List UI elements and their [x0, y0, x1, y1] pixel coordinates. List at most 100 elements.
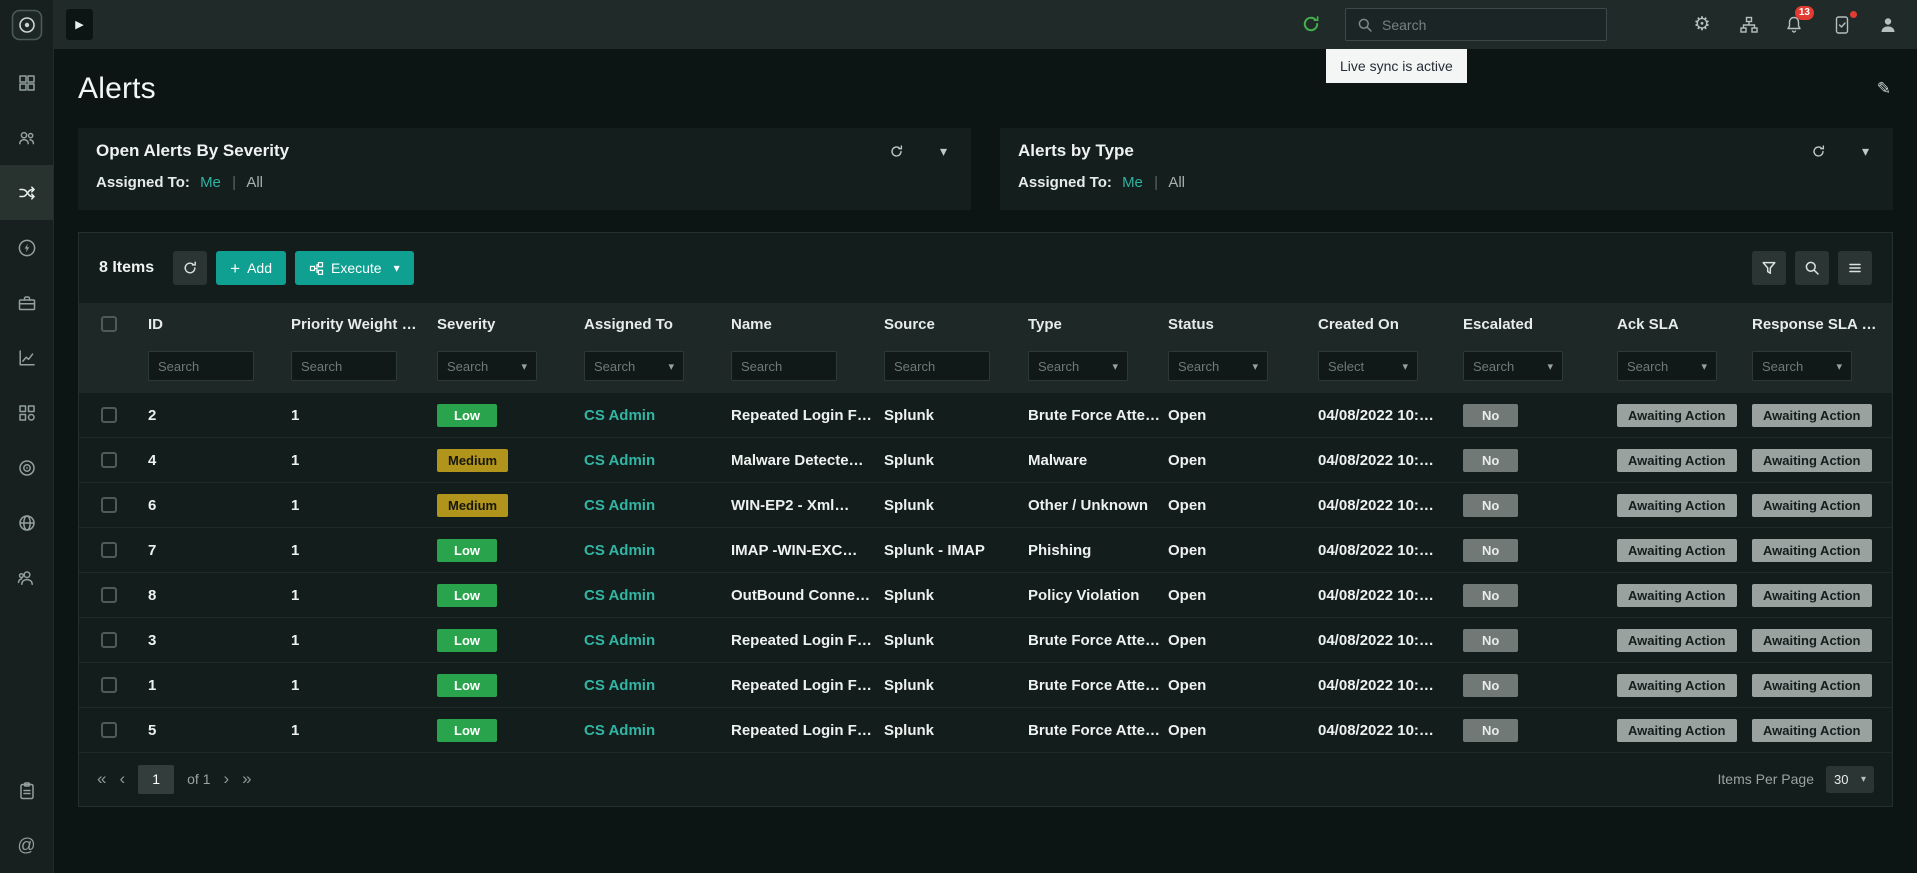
assigned-to-filter: Assigned To: Me | All [96, 174, 953, 191]
table-row[interactable]: 2 1 Low CS Admin Repeated Login F… Splunk Brut… [79, 393, 1892, 438]
column-header[interactable]: Type [1028, 316, 1168, 333]
row-checkbox[interactable] [101, 722, 117, 738]
assigned-to-link[interactable]: CS Admin [584, 542, 655, 559]
sidebar-item-analytics[interactable] [0, 330, 53, 385]
assigned-to-link[interactable]: CS Admin [584, 632, 655, 649]
app-logo[interactable] [0, 0, 53, 49]
table-row[interactable]: 8 1 Low CS Admin OutBound Conne… Splunk Policy… [79, 573, 1892, 618]
sidebar-item-alerts[interactable] [0, 165, 53, 220]
execute-button[interactable]: Execute ▾ [295, 251, 414, 285]
filter-select[interactable]: Search ▾ [1752, 351, 1852, 381]
row-checkbox[interactable] [101, 407, 117, 423]
table-search-button[interactable] [1795, 251, 1829, 285]
global-search[interactable] [1345, 8, 1607, 41]
sidebar-item-teams[interactable] [0, 110, 53, 165]
row-checkbox[interactable] [101, 632, 117, 648]
column-header[interactable]: Status [1168, 316, 1318, 333]
assigned-to-link[interactable]: CS Admin [584, 452, 655, 469]
assigned-to-link[interactable]: CS Admin [584, 587, 655, 604]
table-row[interactable]: 5 1 Low CS Admin Repeated Login F… Splunk Brut… [79, 708, 1892, 753]
org-hierarchy-button[interactable] [1731, 0, 1767, 49]
sidebar-item-dashboard[interactable] [0, 55, 53, 110]
notifications-button[interactable]: 13 [1776, 0, 1814, 49]
profile-button[interactable] [1870, 0, 1906, 49]
filter-select[interactable]: Search ▾ [1028, 351, 1128, 381]
current-page-input[interactable]: 1 [138, 764, 175, 794]
collapse-handle-button[interactable]: ▶ [66, 9, 93, 40]
assigned-to-link[interactable]: CS Admin [584, 407, 655, 424]
settings-button[interactable]: ⚙ [1684, 0, 1720, 49]
filter-button[interactable] [1752, 251, 1786, 285]
first-page-button[interactable]: « [97, 769, 106, 789]
select-all-checkbox[interactable] [101, 316, 117, 332]
sidebar-item-cases[interactable] [0, 275, 53, 330]
sidebar-item-automation[interactable] [0, 220, 53, 275]
sidebar-item-user-management[interactable] [0, 550, 53, 605]
assigned-all-link[interactable]: All [1168, 174, 1185, 191]
prev-page-button[interactable]: ‹ [119, 769, 125, 789]
row-checkbox[interactable] [101, 677, 117, 693]
live-sync-button[interactable] [1301, 14, 1321, 39]
refresh-widget-button[interactable] [889, 144, 904, 159]
column-header[interactable]: Source [884, 316, 1028, 333]
widget-alerts-by-type: Alerts by Type ▾ Assigned To: Me | All [1000, 128, 1893, 210]
refresh-table-button[interactable] [173, 251, 208, 285]
filter-select[interactable]: Search ▾ [1168, 351, 1268, 381]
column-header[interactable]: Response SLA … [1752, 316, 1892, 333]
filter-select[interactable]: Search ▾ [584, 351, 684, 381]
filter-input[interactable] [884, 351, 990, 381]
table-row[interactable]: 6 1 Medium CS Admin WIN-EP2 - Xml… Splunk Othe… [79, 483, 1892, 528]
column-header[interactable]: Name [731, 316, 884, 333]
teams-icon [18, 131, 34, 144]
filter-select-value: Search [1038, 358, 1080, 374]
filter-select-value: Search [1178, 358, 1220, 374]
table-row[interactable]: 3 1 Low CS Admin Repeated Login F… Splunk Brut… [79, 618, 1892, 663]
next-page-button[interactable]: › [224, 769, 230, 789]
column-header[interactable]: Assigned To [584, 316, 731, 333]
filter-select[interactable]: Select ▾ [1318, 351, 1418, 381]
table-row[interactable]: 7 1 Low CS Admin IMAP -WIN-EXC… Splunk - IMAP… [79, 528, 1892, 573]
row-checkbox[interactable] [101, 587, 117, 603]
assigned-all-link[interactable]: All [246, 174, 263, 191]
column-header[interactable]: ID [148, 316, 291, 333]
assigned-to-link[interactable]: CS Admin [584, 497, 655, 514]
chevron-down-icon: ▾ [668, 360, 674, 373]
approvals-button[interactable] [1824, 0, 1860, 49]
assigned-me-link[interactable]: Me [1122, 174, 1143, 191]
edit-page-button[interactable]: ✎ [1877, 79, 1891, 99]
assigned-to-link[interactable]: CS Admin [584, 722, 655, 739]
column-menu-button[interactable] [1838, 251, 1872, 285]
filter-input[interactable] [148, 351, 254, 381]
cell-priority-weight: 1 [291, 451, 300, 469]
sidebar-item-threat-intel[interactable] [0, 495, 53, 550]
sidebar-item-mentions[interactable]: @ [0, 818, 53, 873]
column-header[interactable]: Escalated [1463, 316, 1617, 333]
global-search-input[interactable] [1382, 16, 1595, 33]
row-checkbox[interactable] [101, 542, 117, 558]
assigned-me-link[interactable]: Me [200, 174, 221, 191]
widget-collapse-button[interactable]: ▾ [1862, 143, 1869, 160]
column-header[interactable]: Created On [1318, 316, 1463, 333]
filter-select[interactable]: Search ▾ [1463, 351, 1563, 381]
column-header[interactable]: Priority Weight … [291, 316, 437, 333]
sidebar-item-tasks[interactable] [0, 763, 53, 818]
items-per-page-select[interactable]: 30 ▾ [1826, 765, 1874, 793]
filter-input[interactable] [731, 351, 837, 381]
sidebar-item-apps[interactable] [0, 385, 53, 440]
column-header[interactable]: Severity [437, 316, 584, 333]
filter-select[interactable]: Search ▾ [437, 351, 537, 381]
widget-collapse-button[interactable]: ▾ [940, 143, 947, 160]
assigned-to-link[interactable]: CS Admin [584, 677, 655, 694]
table-row[interactable]: 4 1 Medium CS Admin Malware Detecte… Splunk Ma… [79, 438, 1892, 483]
column-header[interactable]: Ack SLA [1617, 316, 1752, 333]
last-page-button[interactable]: » [242, 769, 251, 789]
add-alert-button[interactable]: + Add [216, 251, 286, 285]
filter-select[interactable]: Search ▾ [1617, 351, 1717, 381]
refresh-widget-button[interactable] [1811, 144, 1826, 159]
filter-input[interactable] [291, 351, 397, 381]
table-row[interactable]: 1 1 Low CS Admin Repeated Login F… Splunk Brut… [79, 663, 1892, 708]
chevron-down-icon: ▾ [521, 360, 527, 373]
row-checkbox[interactable] [101, 452, 117, 468]
sidebar-item-incidents[interactable] [0, 440, 53, 495]
row-checkbox[interactable] [101, 497, 117, 513]
